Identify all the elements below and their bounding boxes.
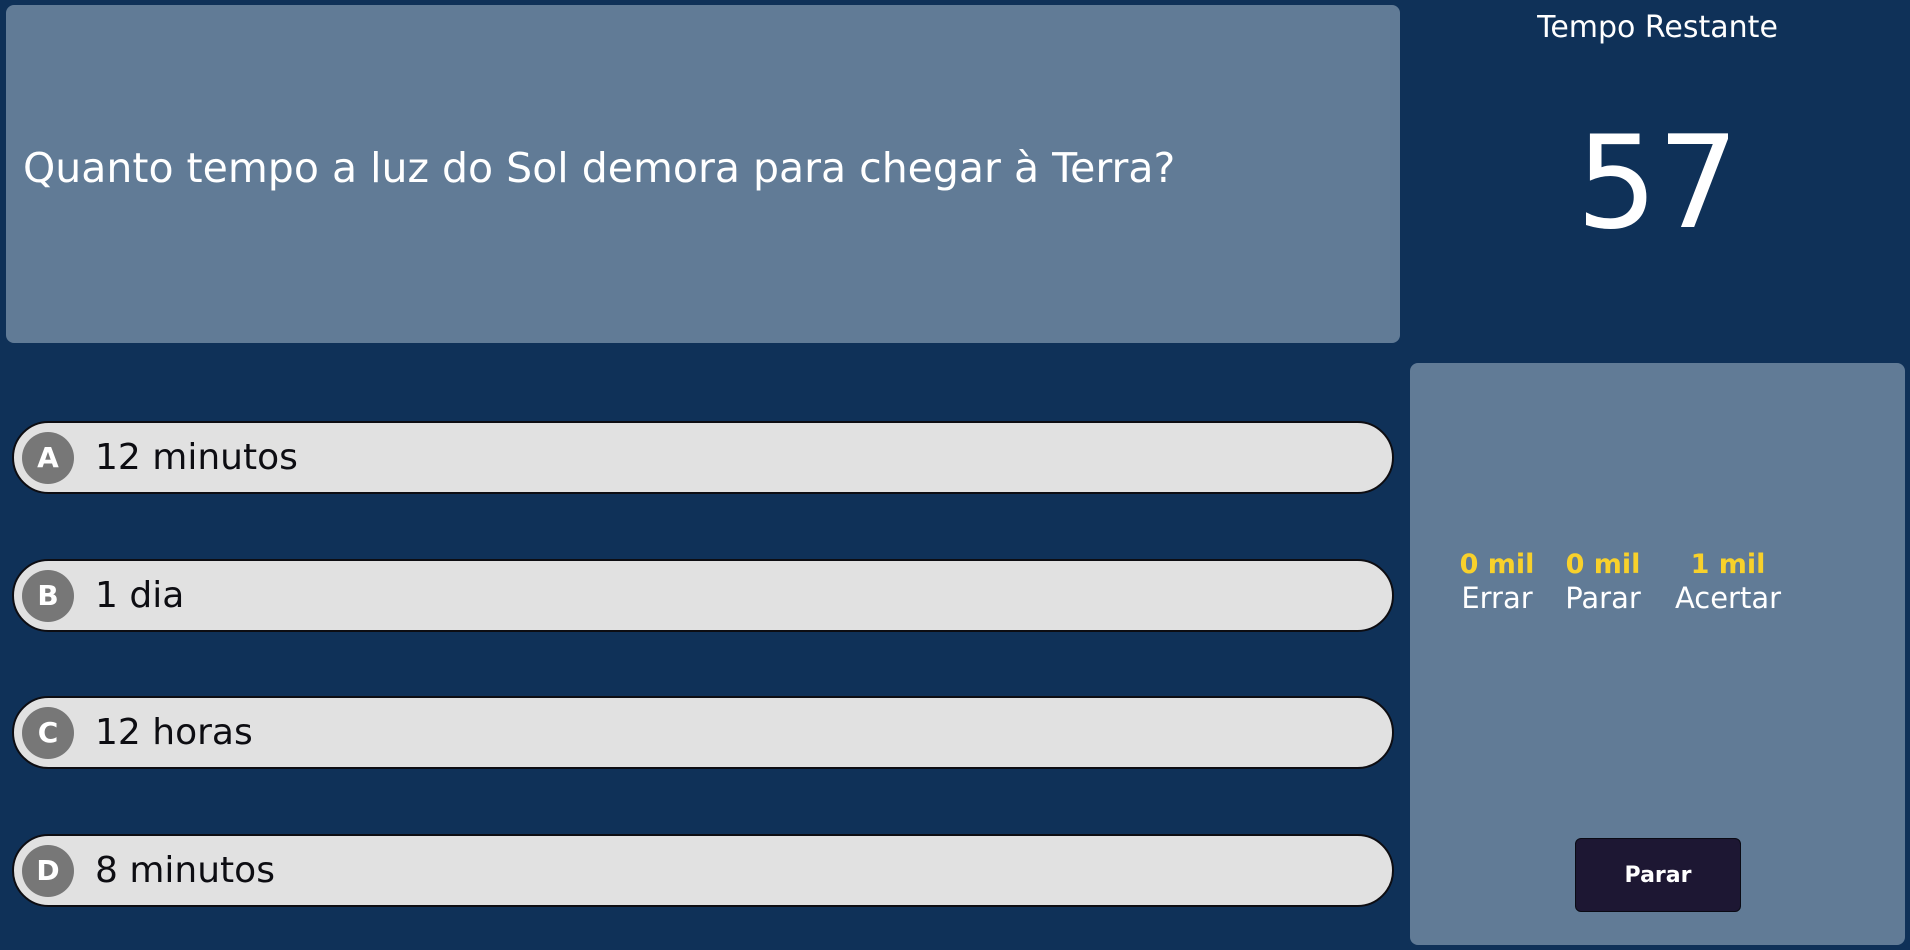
prize-acertar-amount: 1 mil xyxy=(1690,549,1766,580)
answer-option-d[interactable]: D 8 minutos xyxy=(12,834,1394,907)
timer-label: Tempo Restante xyxy=(1537,10,1778,45)
prize-errar: 0 mil Errar xyxy=(1442,549,1552,616)
prize-acertar: 1 mil Acertar xyxy=(1668,549,1788,616)
question-panel: Quanto tempo a luz do Sol demora para ch… xyxy=(6,5,1400,343)
score-panel: 0 mil Errar 0 mil Parar 1 mil Acertar Pa… xyxy=(1410,363,1905,945)
timer-value: 57 xyxy=(1576,109,1739,258)
answer-option-a[interactable]: A 12 minutos xyxy=(12,421,1394,494)
answer-text: 12 minutos xyxy=(95,437,298,478)
answer-option-b[interactable]: B 1 dia xyxy=(12,559,1394,632)
prize-errar-amount: 0 mil xyxy=(1459,549,1535,580)
prize-parar-amount: 0 mil xyxy=(1565,549,1641,580)
prize-parar-label: Parar xyxy=(1565,581,1641,616)
answer-text: 12 horas xyxy=(95,712,253,753)
prize-errar-label: Errar xyxy=(1461,581,1533,616)
prize-acertar-label: Acertar xyxy=(1674,581,1782,616)
answer-option-c[interactable]: C 12 horas xyxy=(12,696,1394,769)
answer-letter-badge: B xyxy=(22,569,74,622)
prize-parar: 0 mil Parar xyxy=(1548,549,1658,616)
answer-letter-badge: D xyxy=(22,844,74,897)
answer-letter-badge: A xyxy=(22,431,74,484)
answer-text: 1 dia xyxy=(95,575,185,616)
answer-letter-badge: C xyxy=(22,706,74,759)
answer-text: 8 minutos xyxy=(95,850,275,891)
question-text: Quanto tempo a luz do Sol demora para ch… xyxy=(23,144,1176,193)
stop-button[interactable]: Parar xyxy=(1575,838,1741,912)
